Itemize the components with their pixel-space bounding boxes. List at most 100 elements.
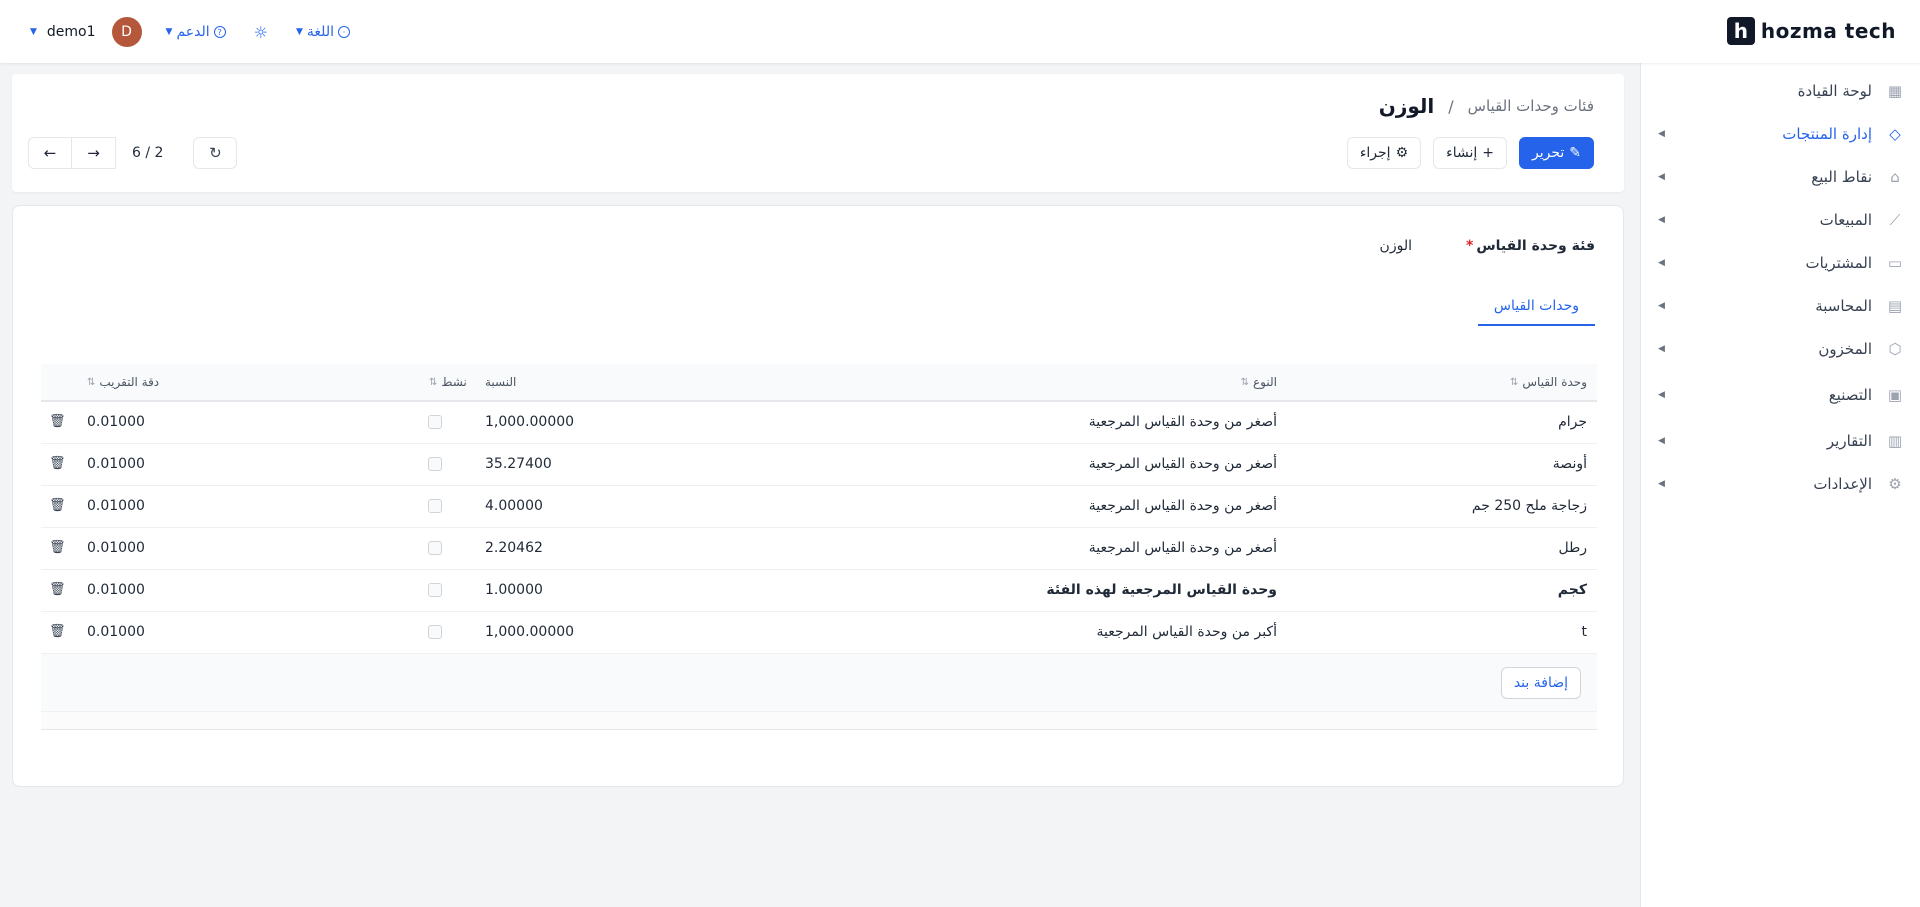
sidebar-item[interactable]: ⚙ الإعدادات ◀ bbox=[1640, 466, 1920, 502]
cell-uom[interactable]: كجم bbox=[1558, 582, 1587, 598]
chevron-left-icon[interactable]: ◀ bbox=[1658, 390, 1665, 400]
sidebar-item[interactable]: ▤ المحاسبة ◀ bbox=[1640, 288, 1920, 324]
cell-rounding[interactable]: 0.01000 bbox=[87, 456, 145, 472]
sidebar-item[interactable]: ▣ التصنيع ◀ bbox=[1640, 377, 1920, 413]
col-rounding[interactable]: دقة التقريب ⇅ bbox=[87, 375, 159, 389]
cell-ratio[interactable]: 1.00000 bbox=[485, 582, 543, 598]
chevron-left-icon[interactable]: ◀ bbox=[1658, 172, 1665, 182]
col-rounding-label: دقة التقريب bbox=[99, 375, 160, 389]
table-row[interactable]: كجم وحدة القياس المرجعية لهذه الفئة 1.0000… bbox=[41, 570, 1597, 612]
cell-uom[interactable]: أونصة bbox=[1553, 456, 1587, 472]
chevron-left-icon[interactable]: ◀ bbox=[1658, 344, 1665, 354]
cell-type[interactable]: أصغر من وحدة القياس المرجعية bbox=[1089, 540, 1277, 556]
cell-ratio[interactable]: 4.00000 bbox=[485, 498, 543, 514]
user-menu[interactable]: demo1 bbox=[47, 24, 96, 40]
cell-uom[interactable]: زجاجة ملح 250 جم bbox=[1472, 498, 1587, 514]
cell-uom[interactable]: جرام bbox=[1558, 414, 1587, 430]
add-line-button[interactable]: إضافة بند bbox=[1500, 667, 1581, 699]
cell-ratio[interactable]: 35.27400 bbox=[485, 456, 552, 472]
edit-button[interactable]: ✎ تحرير bbox=[1518, 137, 1594, 169]
uom-table: وحدة القياس ⇅ النوع ⇅ النسبة نشط ⇅ دقة التق… bbox=[41, 364, 1597, 730]
report-icon: ▥ bbox=[1887, 432, 1903, 450]
trash-icon[interactable]: 🗑 bbox=[49, 582, 66, 597]
accounting-icon: ▤ bbox=[1887, 297, 1903, 315]
sidebar-item-label: التصنيع bbox=[1828, 386, 1872, 404]
sidebar-item-label: المحاسبة bbox=[1815, 297, 1872, 315]
cell-rounding[interactable]: 0.01000 bbox=[87, 582, 145, 598]
col-active[interactable]: نشط ⇅ bbox=[429, 375, 467, 389]
cell-rounding[interactable]: 0.01000 bbox=[87, 498, 145, 514]
col-type[interactable]: النوع ⇅ bbox=[1241, 375, 1277, 389]
sidebar-item[interactable]: ▥ التقارير ◀ bbox=[1640, 423, 1920, 459]
support-menu[interactable]: ▼ الدعم ? bbox=[166, 24, 226, 40]
trash-icon[interactable]: 🗑 bbox=[49, 624, 66, 639]
active-checkbox[interactable] bbox=[428, 583, 442, 597]
cell-uom[interactable]: رطل bbox=[1558, 540, 1587, 556]
create-button[interactable]: + إنشاء bbox=[1433, 137, 1507, 169]
cell-rounding[interactable]: 0.01000 bbox=[87, 540, 145, 556]
active-checkbox[interactable] bbox=[428, 499, 442, 513]
cell-rounding[interactable]: 0.01000 bbox=[87, 624, 145, 640]
category-label: فئة وحدة القياس* bbox=[1466, 238, 1595, 254]
theme-toggle-sun-icon[interactable]: ☼ bbox=[254, 23, 268, 42]
table-row[interactable]: جرام أصغر من وحدة القياس المرجعية 1,000.00… bbox=[41, 402, 1597, 444]
cell-type[interactable]: أصغر من وحدة القياس المرجعية bbox=[1089, 498, 1277, 514]
sidebar-item[interactable]: ⟋ المبيعات ◀ bbox=[1640, 202, 1920, 238]
col-type-label: النوع bbox=[1253, 375, 1277, 389]
chevron-left-icon[interactable]: ◀ bbox=[1658, 258, 1665, 268]
action-button[interactable]: ⚙ إجراء bbox=[1346, 137, 1422, 169]
chevron-left-icon[interactable]: ◀ bbox=[1658, 479, 1665, 489]
pager-value[interactable]: 6 / 2 bbox=[132, 145, 163, 161]
active-checkbox[interactable] bbox=[428, 541, 442, 555]
sidebar-item[interactable]: ▭ المشتريات ◀ bbox=[1640, 245, 1920, 281]
pencil-icon: ✎ bbox=[1569, 145, 1581, 161]
table-row[interactable]: رطل أصغر من وحدة القياس المرجعية 2.20462 0.… bbox=[41, 528, 1597, 570]
table-row[interactable]: أونصة أصغر من وحدة القياس المرجعية 35.2740… bbox=[41, 444, 1597, 486]
col-uom[interactable]: وحدة القياس ⇅ bbox=[1510, 375, 1587, 389]
sidebar-item-label: نقاط البيع bbox=[1811, 168, 1872, 186]
chevron-down-icon: ▼ bbox=[296, 27, 303, 37]
active-checkbox[interactable] bbox=[428, 415, 442, 429]
trash-icon[interactable]: 🗑 bbox=[49, 498, 66, 513]
arrow-right-icon[interactable]: → bbox=[72, 137, 116, 169]
brand-logo[interactable]: h hozma tech bbox=[1726, 17, 1896, 45]
chart-line-icon: ⟋ bbox=[1889, 211, 1901, 229]
tab-uom[interactable]: وحدات القياس bbox=[1477, 298, 1595, 326]
chevron-down-icon[interactable]: ▼ bbox=[30, 27, 37, 37]
breadcrumb-parent[interactable]: فئات وحدات القياس bbox=[1468, 97, 1594, 115]
sidebar-item[interactable]: ⌂ نقاط البيع ◀ bbox=[1640, 159, 1920, 195]
active-checkbox[interactable] bbox=[428, 457, 442, 471]
col-ratio[interactable]: النسبة bbox=[485, 375, 516, 389]
chevron-left-icon[interactable]: ◀ bbox=[1658, 129, 1665, 139]
category-value[interactable]: الوزن bbox=[1380, 238, 1412, 254]
language-menu[interactable]: ▼ اللغة · bbox=[296, 24, 350, 40]
table-row[interactable]: t أكبر من وحدة القياس المرجعية 1,000.00000… bbox=[41, 612, 1597, 654]
cell-type[interactable]: أكبر من وحدة القياس المرجعية bbox=[1097, 624, 1278, 640]
sidebar-item[interactable]: ◇ إدارة المنتجات ◀ bbox=[1640, 116, 1920, 152]
sidebar-item-label: المخزون bbox=[1818, 340, 1872, 358]
chevron-left-icon[interactable]: ◀ bbox=[1658, 215, 1665, 225]
chevron-left-icon[interactable]: ◀ bbox=[1658, 301, 1665, 311]
cell-ratio[interactable]: 2.20462 bbox=[485, 540, 543, 556]
cell-ratio[interactable]: 1,000.00000 bbox=[485, 624, 574, 640]
cell-type[interactable]: أصغر من وحدة القياس المرجعية bbox=[1089, 456, 1277, 472]
arrow-left-icon[interactable]: ← bbox=[28, 137, 72, 169]
chevron-left-icon[interactable]: ◀ bbox=[1658, 436, 1665, 446]
sidebar-item[interactable]: ⬡ المخزون ◀ bbox=[1640, 331, 1920, 367]
trash-icon[interactable]: 🗑 bbox=[49, 456, 66, 471]
active-checkbox[interactable] bbox=[428, 625, 442, 639]
refresh-icon[interactable]: ↻ bbox=[193, 137, 238, 169]
trash-icon[interactable]: 🗑 bbox=[49, 540, 66, 555]
cell-rounding[interactable]: 0.01000 bbox=[87, 414, 145, 430]
cell-type[interactable]: أصغر من وحدة القياس المرجعية bbox=[1089, 414, 1277, 430]
control-panel: فئات وحدات القياس / الوزن ✎ تحرير + إنشا… bbox=[12, 74, 1624, 192]
box-icon: ⬡ bbox=[1888, 340, 1902, 358]
cell-uom[interactable]: t bbox=[1582, 624, 1588, 640]
cell-type[interactable]: وحدة القياس المرجعية لهذه الفئة bbox=[1046, 582, 1277, 598]
sidebar-item[interactable]: ▦ لوحة القيادة bbox=[1640, 73, 1920, 109]
cell-ratio[interactable]: 1,000.00000 bbox=[485, 414, 574, 430]
trash-icon[interactable]: 🗑 bbox=[49, 414, 66, 429]
avatar[interactable]: D bbox=[111, 17, 142, 47]
table-row[interactable]: زجاجة ملح 250 جم أصغر من وحدة القياس المر… bbox=[41, 486, 1597, 528]
create-button-label: إنشاء bbox=[1446, 145, 1478, 161]
